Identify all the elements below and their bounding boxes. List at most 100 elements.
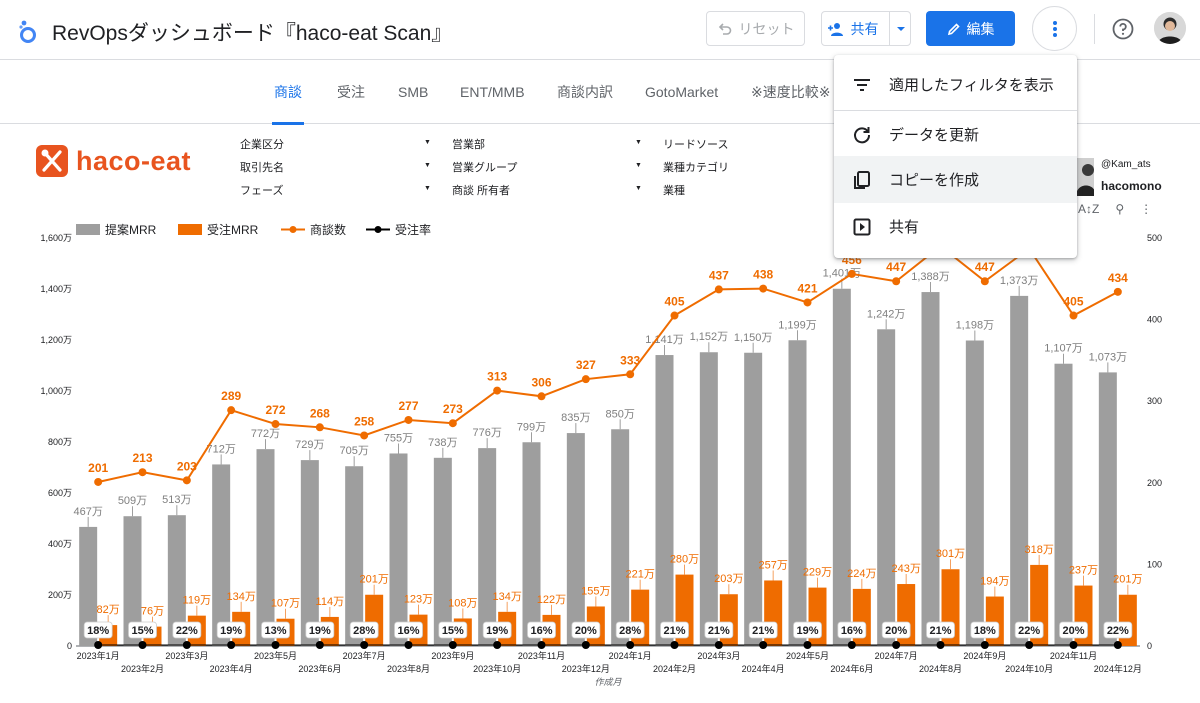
win-rate-point	[1113, 641, 1122, 649]
proposal-mrr-bar	[566, 433, 585, 646]
proposal-mrr-label: 776万	[472, 427, 501, 439]
deal-count-label: 434	[1108, 271, 1128, 285]
win-rate-label: 28%	[619, 625, 641, 637]
win-rate-label: 19%	[486, 625, 508, 637]
menu-refresh-data[interactable]: データを更新	[834, 111, 1077, 158]
y-right-tick-label: 100	[1147, 559, 1162, 569]
x-tick-label: 2024年7月	[875, 650, 918, 661]
proposal-mrr-label: 1,150万	[734, 332, 773, 344]
deal-count-label: 258	[354, 414, 374, 428]
menu-show-applied-filters[interactable]: 適用したフィルタを表示	[834, 61, 1077, 108]
x-tick-label: 2023年11月	[518, 650, 565, 661]
y-left-tick-label: 600万	[48, 488, 72, 498]
x-tick-label: 2023年10月	[473, 663, 521, 674]
deal-count-label: 289	[221, 389, 241, 403]
refresh-icon	[854, 127, 871, 144]
win-rate-label: 20%	[1062, 625, 1084, 637]
win-rate-point	[626, 641, 635, 649]
proposal-mrr-bar	[744, 352, 763, 646]
win-rate-point	[448, 641, 457, 649]
x-tick-label: 2024年5月	[786, 650, 829, 661]
deal-count-point	[94, 477, 103, 486]
win-rate-label: 16%	[841, 625, 863, 637]
x-tick-label: 2024年4月	[742, 663, 785, 674]
won-mrr-label: 257万	[758, 559, 787, 571]
deal-count-label: 437	[709, 268, 729, 282]
won-mrr-label: 203万	[714, 573, 743, 585]
deal-count-point	[537, 392, 546, 401]
win-rate-point	[94, 641, 103, 649]
proposal-mrr-label: 729万	[295, 439, 324, 451]
won-mrr-label: 224万	[847, 568, 876, 580]
proposal-mrr-bar	[345, 466, 364, 646]
proposal-mrr-bar	[832, 288, 851, 646]
x-tick-label: 2023年12月	[562, 663, 610, 674]
copy-icon	[854, 171, 870, 189]
won-mrr-label: 318万	[1024, 544, 1053, 556]
deal-count-label: 405	[664, 295, 684, 309]
x-tick-label: 2023年8月	[387, 663, 430, 674]
legend-swatch-dot	[289, 226, 297, 233]
x-tick-label: 2023年7月	[343, 650, 386, 661]
x-tick-label: 2023年5月	[254, 650, 297, 661]
won-mrr-label: 201万	[359, 574, 388, 586]
deal-count-point	[1069, 311, 1078, 320]
y-left-tick-label: 1,000万	[40, 386, 72, 396]
x-tick-label: 2023年4月	[210, 663, 253, 674]
win-rate-point	[936, 641, 945, 649]
win-rate-point	[360, 641, 369, 649]
win-rate-label: 13%	[264, 625, 286, 637]
win-rate-point	[227, 641, 236, 649]
legend-swatch	[178, 224, 202, 235]
y-right-tick-label: 400	[1147, 315, 1162, 325]
deal-count-point	[448, 419, 457, 428]
x-tick-label: 2024年1月	[609, 650, 652, 661]
win-rate-label: 20%	[575, 625, 597, 637]
proposal-mrr-label: 755万	[384, 432, 413, 444]
menu-share[interactable]: 共有	[834, 203, 1077, 250]
won-mrr-label: 123万	[404, 594, 433, 606]
more-options-menu: 適用したフィルタを表示 データを更新 コピーを作成 共有	[834, 55, 1077, 258]
legend-label: 受注率	[395, 222, 431, 237]
menu-item-label: 共有	[889, 219, 920, 236]
won-mrr-label: 201万	[1113, 574, 1142, 586]
x-tick-label: 2024年8月	[919, 663, 962, 674]
won-mrr-label: 237万	[1069, 565, 1098, 577]
won-mrr-label: 229万	[803, 567, 832, 579]
won-mrr-label: 243万	[891, 563, 920, 575]
deal-count-point	[182, 476, 191, 485]
win-rate-point	[537, 641, 546, 649]
deal-count-point	[847, 269, 856, 278]
deal-count-label: 438	[753, 268, 773, 282]
proposal-mrr-bar	[965, 340, 984, 646]
win-rate-point	[670, 641, 679, 649]
y-left-tick-label: 400万	[48, 539, 72, 549]
win-rate-label: 28%	[353, 625, 375, 637]
x-tick-label: 2024年11月	[1050, 650, 1097, 661]
proposal-mrr-label: 712万	[206, 443, 235, 455]
won-mrr-label: 155万	[581, 585, 610, 597]
x-tick-label: 2023年1月	[77, 650, 120, 661]
win-rate-point	[271, 641, 280, 649]
deal-count-point	[670, 311, 679, 320]
deal-count-label: 447	[886, 260, 906, 274]
won-mrr-bar	[985, 596, 1004, 646]
menu-make-copy[interactable]: コピーを作成	[834, 156, 1077, 203]
y-right-tick-label: 0	[1147, 641, 1152, 651]
win-rate-point	[803, 641, 812, 649]
won-mrr-label: 114万	[316, 596, 345, 608]
deal-count-point	[626, 370, 635, 379]
x-tick-label: 2023年6月	[298, 663, 341, 674]
proposal-mrr-label: 1,242万	[867, 308, 906, 320]
proposal-mrr-bar	[522, 442, 541, 646]
won-mrr-label: 76万	[141, 606, 164, 618]
win-rate-point	[1025, 641, 1034, 649]
win-rate-point	[1069, 641, 1078, 649]
proposal-mrr-label: 509万	[118, 495, 147, 507]
deal-count-point	[227, 406, 236, 415]
proposal-mrr-label: 467万	[73, 506, 102, 518]
proposal-mrr-bar	[1010, 295, 1029, 646]
deal-count-label: 213	[132, 451, 152, 465]
proposal-mrr-label: 705万	[339, 445, 368, 457]
won-mrr-label: 301万	[936, 548, 965, 560]
